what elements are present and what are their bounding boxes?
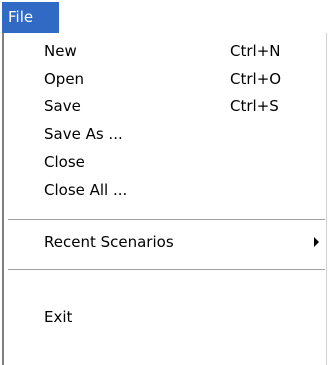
menu-item-open[interactable]: Open Ctrl+O bbox=[4, 65, 327, 93]
menu-item-label: Save bbox=[44, 97, 81, 115]
menu-item-shortcut: Ctrl+S bbox=[230, 97, 279, 115]
menu-item-label: Recent Scenarios bbox=[44, 233, 174, 251]
file-menu-dropdown: New Ctrl+N Open Ctrl+O Save Ctrl+S Save … bbox=[2, 33, 327, 365]
menu-item-label: New bbox=[44, 42, 77, 60]
menu-item-new[interactable]: New Ctrl+N bbox=[4, 37, 327, 65]
menu-item-label: Close bbox=[44, 153, 85, 171]
submenu-arrow-icon bbox=[314, 237, 319, 247]
menu-item-close[interactable]: Close bbox=[4, 148, 327, 176]
menu-item-shortcut: Ctrl+O bbox=[230, 70, 282, 88]
menu-separator bbox=[8, 269, 325, 271]
menu-file[interactable]: File bbox=[2, 2, 59, 33]
menu-item-label: Close All ... bbox=[44, 181, 128, 199]
menu-item-exit[interactable]: Exit bbox=[4, 303, 327, 331]
menu-item-label: Exit bbox=[44, 308, 73, 326]
menu-item-save-as[interactable]: Save As ... bbox=[4, 120, 327, 148]
menu-item-recent-scenarios[interactable]: Recent Scenarios bbox=[4, 228, 327, 256]
menu-item-close-all[interactable]: Close All ... bbox=[4, 176, 327, 204]
menu-item-save[interactable]: Save Ctrl+S bbox=[4, 92, 327, 120]
menu-item-label: Open bbox=[44, 70, 85, 88]
menu-item-shortcut: Ctrl+N bbox=[230, 42, 281, 60]
menu-separator bbox=[8, 219, 325, 221]
application-window: File New Ctrl+N Open Ctrl+O Save Ctrl+S … bbox=[0, 0, 331, 365]
menu-item-label: Save As ... bbox=[44, 125, 123, 143]
